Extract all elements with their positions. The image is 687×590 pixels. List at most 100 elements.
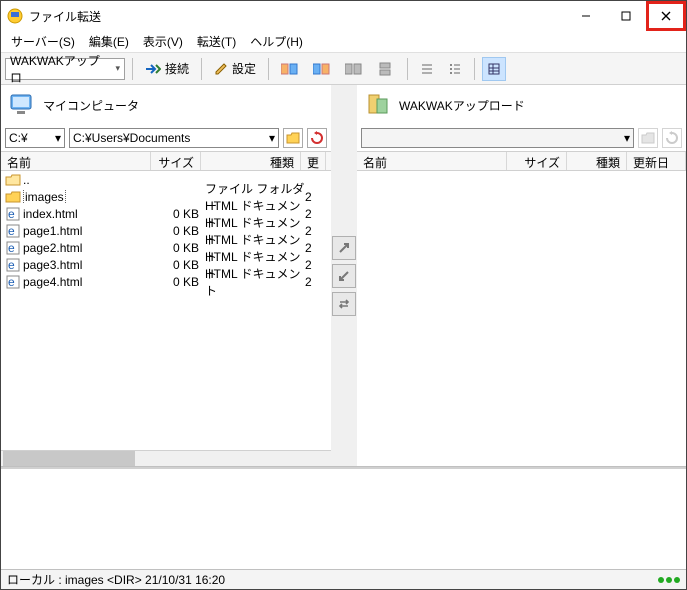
chevron-down-icon: ▾ [269,131,275,145]
view-mode-4-button[interactable] [372,57,400,81]
status-led-icon [666,577,672,583]
menu-server[interactable]: サーバー(S) [5,31,81,52]
file-size: 0 KB [155,207,205,221]
menu-help[interactable]: ヘルプ(H) [244,31,309,52]
maximize-button[interactable] [606,1,646,31]
window-buttons [566,1,686,31]
remote-path-combo[interactable]: ▾ [361,128,634,148]
local-folder-button[interactable] [283,128,303,148]
local-file-list[interactable]: ..imagesファイル フォルダー2eindex.html0 KBHTML ド… [1,171,331,450]
status-text: ローカル : images <DIR> 21/10/31 16:20 [7,571,225,588]
file-name: index.html [23,207,155,221]
local-pane-title: マイコンピュータ [43,97,139,114]
menu-edit[interactable]: 編集(E) [83,31,135,52]
local-drive-combo[interactable]: C:¥ ▾ [5,128,65,148]
file-date: 2 [305,241,327,255]
list-style-3-button[interactable] [482,57,506,81]
up-folder-icon [5,172,21,188]
connect-button[interactable]: 接続 [140,57,194,81]
local-h-scrollbar[interactable] [1,450,331,466]
remote-col-name[interactable]: 名前 [357,152,507,170]
sync-button[interactable] [332,292,356,316]
file-name: images [23,190,155,204]
profile-combo[interactable]: WAKWAKアップロ ▾ [5,58,125,80]
file-date: 2 [305,275,327,289]
local-pane: マイコンピュータ C:¥ ▾ C:¥Users¥Documents ▾ 名前 サ… [1,85,331,466]
app-icon [7,8,23,24]
file-name: page4.html [23,275,155,289]
file-date: 2 [305,207,327,221]
file-date: 2 [305,224,327,238]
local-list-header: 名前 サイズ 種類 更 [1,151,331,171]
local-path-combo[interactable]: C:¥Users¥Documents ▾ [69,128,279,148]
remote-folder-button[interactable] [638,128,658,148]
svg-text:e: e [8,258,15,272]
chevron-down-icon: ▾ [624,131,630,145]
svg-text:e: e [8,207,15,221]
remote-pathbar: ▾ [357,125,686,151]
list-style-2-button[interactable] [443,57,467,81]
upload-button[interactable] [332,236,356,260]
local-col-size[interactable]: サイズ [151,152,201,170]
minimize-button[interactable] [566,1,606,31]
download-button[interactable] [332,264,356,288]
log-pane[interactable] [1,467,686,569]
window-title: ファイル転送 [29,8,566,25]
connect-icon [145,63,161,75]
html-file-icon: e [5,240,21,256]
local-pathbar: C:¥ ▾ C:¥Users¥Documents ▾ [1,125,331,151]
file-type: HTML ドキュメント [205,265,305,299]
file-row[interactable]: epage4.html0 KBHTML ドキュメント2 [1,273,331,290]
file-size: 0 KB [155,275,205,289]
menu-transfer[interactable]: 転送(T) [191,31,242,52]
file-size: 0 KB [155,258,205,272]
file-name: page1.html [23,224,155,238]
folder-icon [5,189,21,205]
statusbar: ローカル : images <DIR> 21/10/31 16:20 [1,569,686,589]
view-mode-3-button[interactable] [340,57,368,81]
settings-button[interactable]: 設定 [209,57,261,81]
view-mode-2-button[interactable] [308,57,336,81]
remote-pane-header: WAKWAKアップロード [357,85,686,125]
local-refresh-button[interactable] [307,128,327,148]
computer-icon [9,91,37,119]
local-col-name[interactable]: 名前 [1,152,151,170]
chevron-down-icon: ▾ [55,131,61,145]
file-date: 2 [305,258,327,272]
remote-col-date[interactable]: 更新日時 [627,152,686,170]
settings-label: 設定 [232,60,256,77]
local-col-type[interactable]: 種類 [201,152,301,170]
menu-view[interactable]: 表示(V) [137,31,189,52]
close-button[interactable] [646,1,686,31]
menubar: サーバー(S) 編集(E) 表示(V) 転送(T) ヘルプ(H) [1,31,686,53]
file-date: 2 [305,190,327,204]
connect-label: 接続 [165,60,189,77]
profile-combo-label: WAKWAKアップロ [10,52,111,86]
remote-list-header: 名前 サイズ 種類 更新日時 [357,151,686,171]
remote-refresh-button[interactable] [662,128,682,148]
remote-pane-title: WAKWAKアップロード [399,97,525,114]
remote-file-list[interactable] [357,171,686,466]
remote-col-type[interactable]: 種類 [567,152,627,170]
remote-pane: WAKWAKアップロード ▾ 名前 サイズ 種類 更新日時 [357,85,686,466]
view-mode-1-button[interactable] [276,57,304,81]
transfer-buttons [331,85,357,466]
status-led-icon [674,577,680,583]
local-col-date[interactable]: 更 [301,152,326,170]
svg-text:e: e [8,275,15,289]
local-pane-header: マイコンピュータ [1,85,331,125]
pencil-icon [214,62,228,76]
svg-text:e: e [8,241,15,255]
status-led-icon [658,577,664,583]
html-file-icon: e [5,206,21,222]
remote-col-size[interactable]: サイズ [507,152,567,170]
file-size: 0 KB [155,224,205,238]
html-file-icon: e [5,274,21,290]
list-style-1-button[interactable] [415,57,439,81]
chevron-down-icon: ▾ [115,63,120,74]
toolbar: WAKWAKアップロ ▾ 接続 設定 [1,53,686,85]
file-name: page2.html [23,241,155,255]
html-file-icon: e [5,257,21,273]
server-icon [365,91,393,119]
svg-text:e: e [8,224,15,238]
